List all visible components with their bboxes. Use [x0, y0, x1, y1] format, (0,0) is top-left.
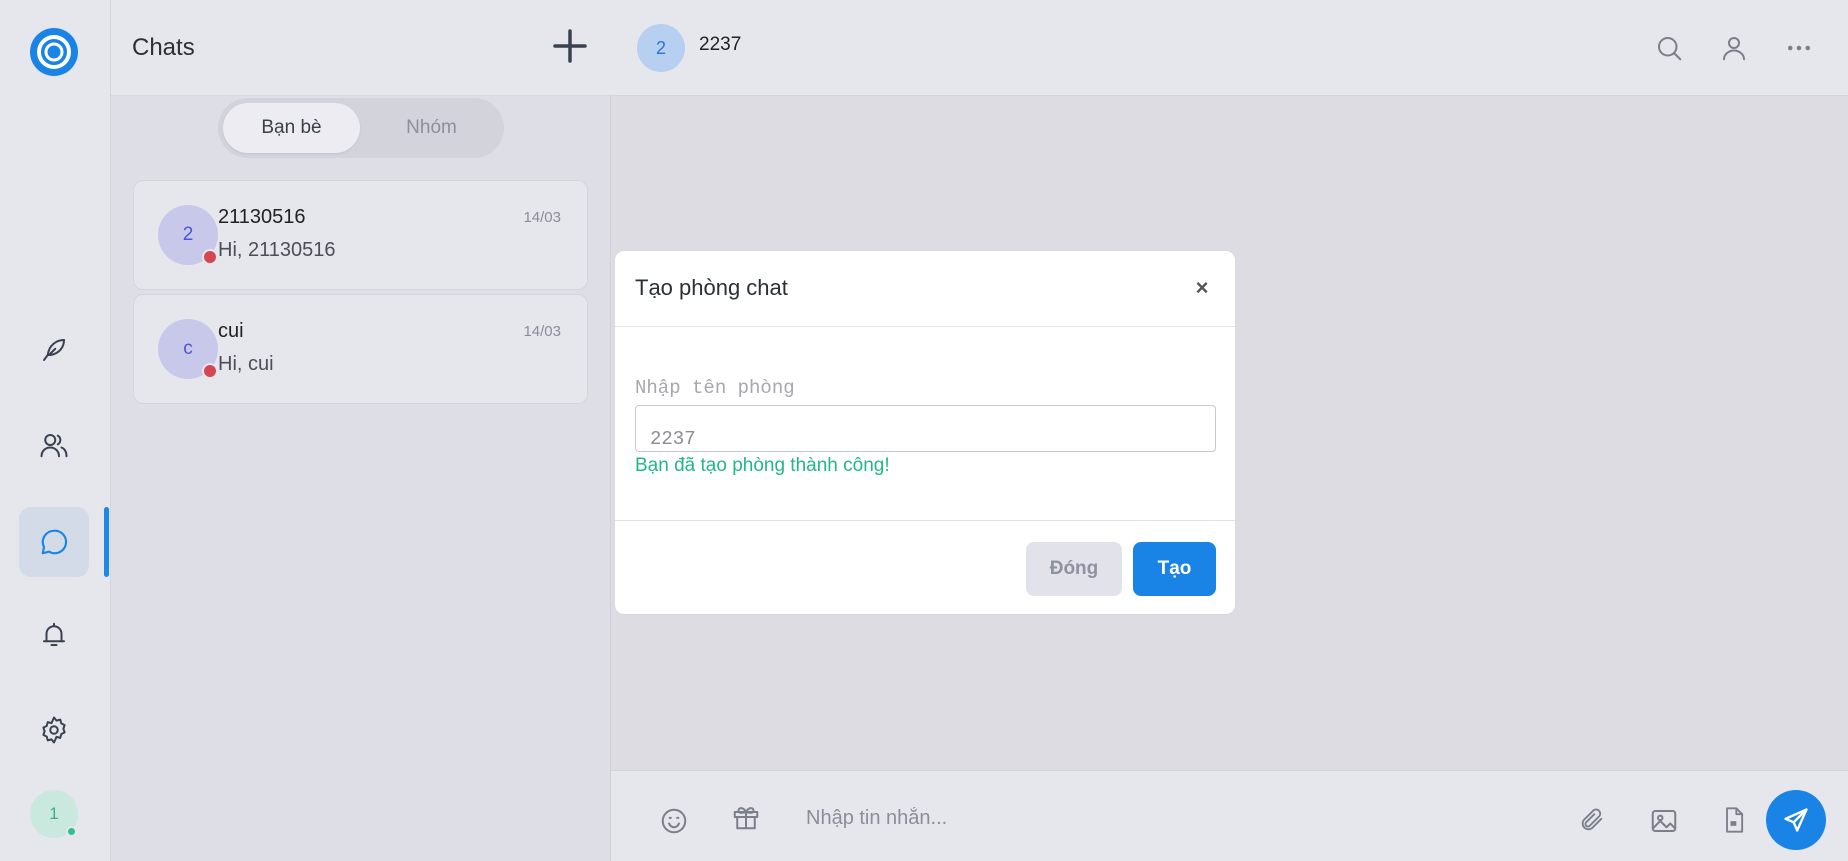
chat-time: 14/03 [523, 323, 561, 340]
send-button[interactable] [1766, 790, 1826, 850]
message-input[interactable] [806, 801, 1506, 835]
nav-settings[interactable] [19, 695, 89, 765]
more-options-button[interactable] [1784, 33, 1814, 63]
emoji-button[interactable] [659, 806, 689, 836]
gift-button[interactable] [731, 802, 761, 832]
chat-list-header: Chats [111, 0, 611, 96]
chat-type-toggle: Bạn bè Nhóm [218, 98, 504, 158]
create-button[interactable]: Tạo [1133, 542, 1216, 596]
chat-list-item[interactable]: 2 21130516 Hi, 21130516 14/03 [133, 180, 588, 290]
close-icon[interactable]: × [1189, 275, 1215, 301]
room-name-input[interactable] [635, 405, 1216, 452]
add-chat-button[interactable] [552, 28, 588, 64]
nav-contacts[interactable] [19, 410, 89, 480]
gear-icon [42, 716, 66, 744]
chat-name: 21130516 [218, 206, 306, 228]
search-icon [1658, 37, 1682, 61]
users-icon [40, 434, 68, 458]
conversation-avatar: 2 [637, 24, 685, 72]
success-message: Bạn đã tạo phòng thành công! [635, 455, 890, 476]
chat-list-title: Chats [132, 34, 195, 61]
close-button[interactable]: Đóng [1026, 542, 1122, 596]
online-status-dot [66, 826, 77, 837]
file-button[interactable] [1720, 806, 1750, 836]
dialog-footer: Đóng Tạo [615, 520, 1235, 616]
user-avatar-initial: 1 [49, 804, 59, 823]
paperclip-icon [1581, 808, 1603, 831]
chat-icon [41, 529, 68, 555]
bell-icon [43, 622, 65, 646]
message-composer [611, 770, 1848, 861]
chat-list-panel: Chats Bạn bè Nhóm 2 21130516 Hi, 2113051… [111, 0, 611, 861]
gift-icon [733, 807, 759, 830]
file-icon [1726, 807, 1744, 833]
chat-list-item[interactable]: c cui Hi, cui 14/03 [133, 294, 588, 404]
image-icon [1651, 810, 1677, 832]
user-icon [1723, 37, 1745, 61]
feather-icon [43, 339, 65, 361]
profile-button[interactable] [1719, 33, 1749, 63]
tab-groups[interactable]: Nhóm [363, 103, 500, 153]
conversation-header: 2 2237 [611, 0, 1848, 96]
emoji-icon [661, 808, 687, 834]
plus-icon [553, 29, 587, 63]
status-dot [202, 363, 218, 379]
send-icon [1784, 808, 1808, 832]
nav-chats[interactable] [19, 507, 89, 577]
dialog-title: Tạo phòng chat [635, 275, 788, 300]
tab-friends[interactable]: Bạn bè [223, 103, 360, 153]
create-room-dialog: Tạo phòng chat × Nhập tên phòng Bạn đã t… [614, 250, 1236, 615]
active-indicator [104, 507, 109, 577]
nav-notifications[interactable] [19, 600, 89, 670]
image-button[interactable] [1649, 806, 1679, 836]
nav-rail: 1 [0, 0, 111, 861]
more-horizontal-icon [1788, 45, 1810, 51]
user-avatar[interactable]: 1 [30, 790, 78, 838]
conversation-title: 2237 [699, 34, 742, 55]
search-button[interactable] [1654, 33, 1684, 63]
status-dot [202, 249, 218, 265]
chat-time: 14/03 [523, 209, 561, 226]
chat-preview: Hi, 21130516 [218, 239, 336, 261]
room-name-label: Nhập tên phòng [635, 377, 795, 399]
attach-button[interactable] [1578, 806, 1608, 836]
dialog-header: Tạo phòng chat × [615, 251, 1235, 327]
chat-name: cui [218, 320, 244, 342]
nav-feather-icon[interactable] [19, 315, 89, 385]
app-logo-icon[interactable] [30, 28, 78, 76]
chat-preview: Hi, cui [218, 353, 274, 375]
